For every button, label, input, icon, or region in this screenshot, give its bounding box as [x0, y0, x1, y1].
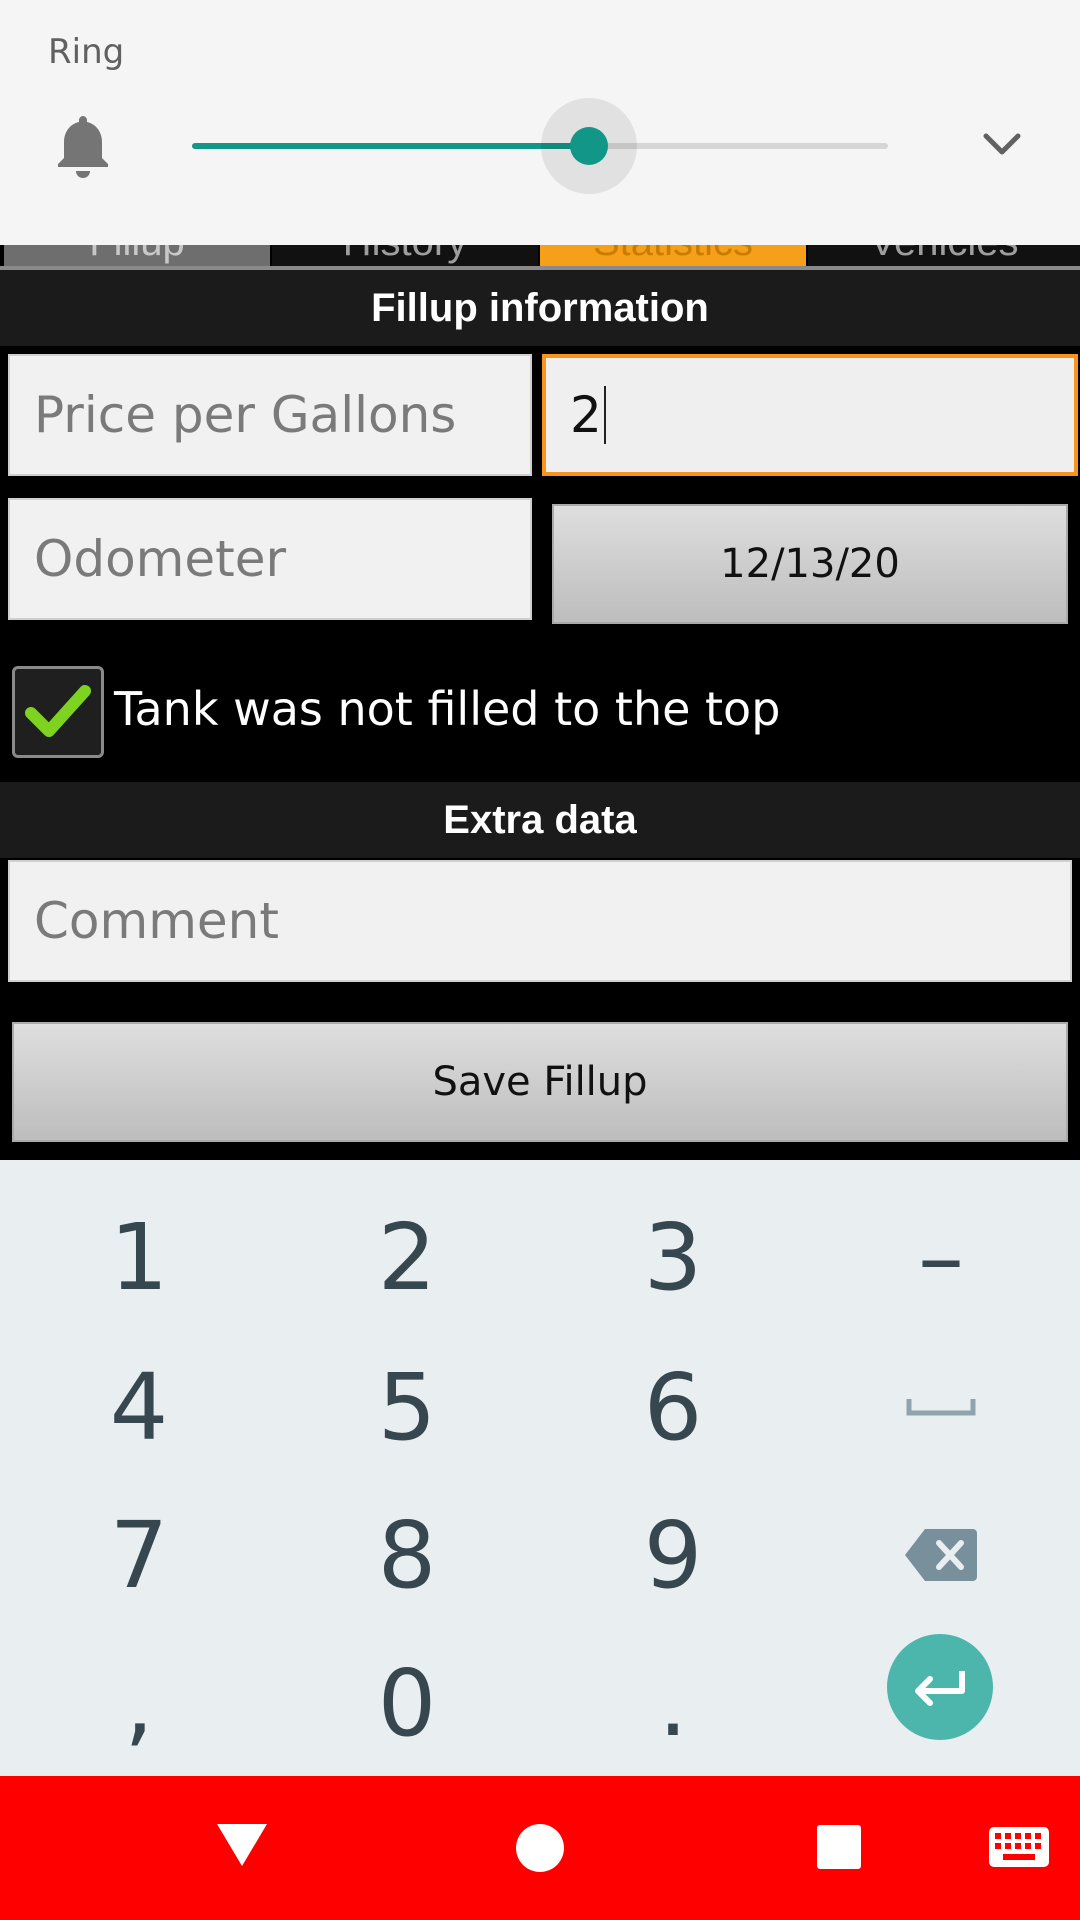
backspace-icon: [905, 1529, 977, 1581]
key-8[interactable]: 8: [272, 1480, 542, 1630]
chevron-down-icon[interactable]: [980, 128, 1024, 158]
gallons-field[interactable]: 2: [542, 354, 1078, 476]
key-2[interactable]: 2: [272, 1182, 542, 1332]
key-6[interactable]: 6: [538, 1332, 808, 1482]
comment-field[interactable]: Comment: [8, 860, 1072, 982]
text-caret: [603, 386, 606, 444]
key-backspace[interactable]: [806, 1480, 1076, 1630]
date-button[interactable]: 12/13/20: [552, 504, 1068, 624]
fillup-information-header: Fillup information: [0, 270, 1080, 346]
key-dash[interactable]: –: [806, 1182, 1076, 1332]
back-icon[interactable]: [215, 1820, 269, 1870]
key-7[interactable]: 7: [4, 1480, 274, 1630]
key-3[interactable]: 3: [538, 1182, 808, 1332]
key-5[interactable]: 5: [272, 1332, 542, 1482]
price-placeholder: Price per Gallons: [34, 386, 457, 444]
partial-fill-checkbox[interactable]: [12, 666, 104, 758]
enter-icon: [915, 1671, 965, 1706]
home-icon[interactable]: [515, 1823, 565, 1873]
partial-fill-label[interactable]: Tank was not filled to the top: [114, 682, 780, 736]
key-space[interactable]: [806, 1332, 1076, 1482]
volume-panel: Ring: [0, 0, 1080, 245]
extra-data-header: Extra data: [0, 782, 1080, 858]
save-fillup-button[interactable]: Save Fillup: [12, 1022, 1068, 1142]
key-1[interactable]: 1: [4, 1182, 274, 1332]
slider-fill: [192, 143, 589, 149]
volume-stream-label: Ring: [48, 32, 125, 72]
gallons-value: 2: [570, 386, 602, 444]
key-comma[interactable]: ,: [4, 1628, 274, 1778]
ring-volume-slider[interactable]: [192, 98, 888, 194]
odometer-field[interactable]: Odometer: [8, 498, 532, 620]
keyboard-icon[interactable]: [988, 1826, 1050, 1868]
key-9[interactable]: 9: [538, 1480, 808, 1630]
bell-icon[interactable]: [54, 112, 112, 178]
odometer-placeholder: Odometer: [34, 530, 287, 588]
checkmark-icon: [25, 685, 91, 737]
key-0[interactable]: 0: [272, 1628, 542, 1778]
price-per-gallon-field[interactable]: Price per Gallons: [8, 354, 532, 476]
slider-thumb[interactable]: [569, 127, 608, 165]
key-4[interactable]: 4: [4, 1332, 274, 1482]
key-period[interactable]: .: [538, 1628, 808, 1778]
recents-icon[interactable]: [816, 1824, 862, 1870]
enter-key[interactable]: [887, 1634, 993, 1740]
comment-placeholder: Comment: [34, 892, 279, 950]
space-icon: [906, 1399, 976, 1416]
